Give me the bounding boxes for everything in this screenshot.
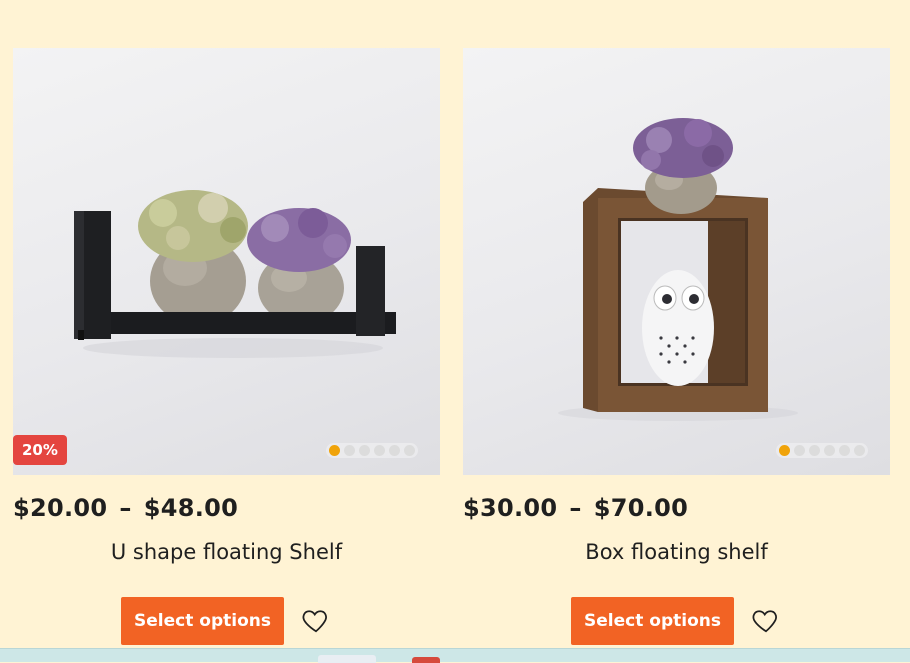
product-title[interactable]: U shape floating Shelf — [13, 540, 440, 564]
gallery-dot[interactable] — [359, 445, 370, 456]
price-separator: – — [119, 494, 132, 522]
product-card: $30.00– $70.00 Box floating shelf Select … — [463, 48, 890, 645]
discount-badge: 20% — [13, 435, 67, 465]
gallery-dot[interactable] — [404, 445, 415, 456]
gallery-dot[interactable] — [374, 445, 385, 456]
gallery-dot[interactable] — [839, 445, 850, 456]
gallery-dot[interactable] — [389, 445, 400, 456]
gallery-dot[interactable] — [854, 445, 865, 456]
gallery-dot[interactable] — [779, 445, 790, 456]
price-high: $70.00 — [593, 494, 689, 522]
box-shelf-illustration — [558, 118, 798, 421]
product-title[interactable]: Box floating shelf — [463, 540, 890, 564]
price-low: $30.00 — [463, 494, 558, 522]
gallery-dot[interactable] — [809, 445, 820, 456]
gallery-dots — [326, 443, 418, 458]
price-range: $20.00– $48.00 — [13, 494, 238, 522]
price-high: $48.00 — [143, 494, 239, 522]
taskbar-item[interactable] — [412, 657, 440, 663]
taskbar-strip — [0, 648, 910, 663]
gallery-dot[interactable] — [344, 445, 355, 456]
gallery-dot[interactable] — [329, 445, 340, 456]
gallery-dots — [776, 443, 868, 458]
product-card: 20% $20.00– $48.00 U shape floating Shelf… — [13, 48, 440, 645]
product-image[interactable] — [463, 48, 890, 475]
select-options-button[interactable]: Select options — [121, 597, 284, 645]
taskbar-item[interactable] — [318, 655, 376, 663]
heart-icon[interactable] — [301, 605, 331, 635]
gallery-dot[interactable] — [824, 445, 835, 456]
price-separator: – — [569, 494, 582, 522]
product-image[interactable]: 20% — [13, 48, 440, 475]
select-options-button[interactable]: Select options — [571, 597, 734, 645]
gallery-dot[interactable] — [794, 445, 805, 456]
price-low: $20.00 — [13, 494, 108, 522]
u-shelf-illustration — [74, 190, 396, 358]
price-range: $30.00– $70.00 — [463, 494, 688, 522]
heart-icon[interactable] — [751, 605, 781, 635]
